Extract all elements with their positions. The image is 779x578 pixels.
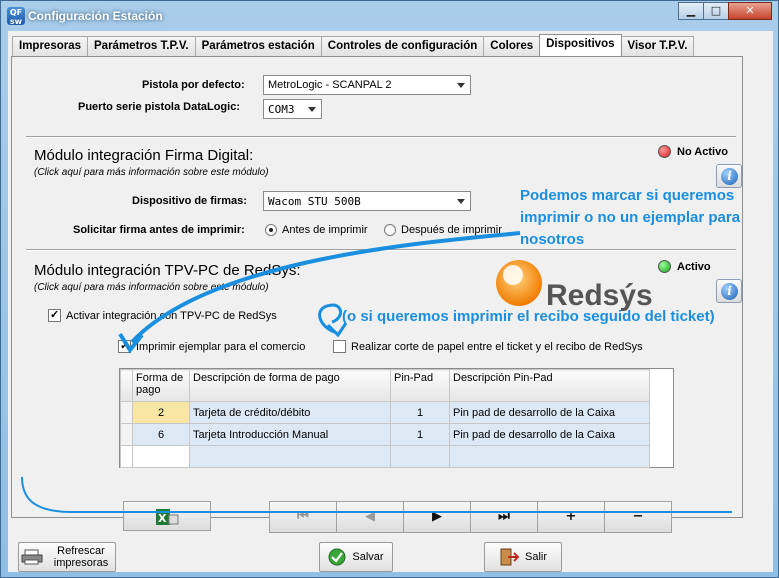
tab-colores[interactable]: Colores — [483, 36, 541, 56]
salir-button[interactable]: Salir — [484, 542, 562, 572]
refrescar-label: Refrescar impresoras — [53, 545, 109, 569]
tab-controles-configuracion[interactable]: Controles de configuración — [320, 36, 485, 56]
tab-parametros-tpv[interactable]: Parámetros T.P.V. — [87, 36, 196, 56]
salir-label: Salir — [524, 551, 547, 563]
tab-parametros-estacion[interactable]: Parámetros estación — [194, 36, 322, 56]
title-bar: QF sw Configuración Estación ▁ □ ✕ — [1, 1, 778, 31]
annotation-arrows — [21, 231, 732, 513]
checkmark-icon — [328, 548, 346, 566]
printer-icon — [21, 549, 43, 565]
tab-strip: Impresoras Parámetros T.P.V. Parámetros … — [12, 34, 695, 56]
tab-visor-tpv[interactable]: Visor T.P.V. — [620, 36, 695, 56]
dispositivos-panel: Pistola por defecto: MetroLogic - SCANPA… — [11, 56, 743, 533]
window-title: Configuración Estación — [28, 9, 163, 23]
minimize-icon[interactable]: ▁ — [678, 2, 704, 20]
salvar-label: Salvar — [352, 551, 384, 563]
client-area: Impresoras Parámetros T.P.V. Parámetros … — [8, 31, 773, 572]
refrescar-button[interactable]: Refrescar impresoras — [18, 542, 116, 572]
annotation-note2: (o si queremos imprimir el recibo seguid… — [342, 308, 715, 325]
exit-door-icon — [500, 548, 519, 566]
app-icon: QF sw — [7, 7, 25, 26]
annotation-note1: Podemos marcar si queremos imprimir o no… — [520, 187, 741, 248]
tab-dispositivos[interactable]: Dispositivos — [539, 34, 622, 56]
close-icon[interactable]: ✕ — [728, 2, 772, 20]
maximize-icon[interactable]: □ — [703, 2, 729, 20]
tab-impresoras[interactable]: Impresoras — [12, 36, 89, 56]
configuracion-window: QF sw Configuración Estación ▁ □ ✕ Impres… — [0, 0, 779, 578]
salvar-button[interactable]: Salvar — [319, 542, 393, 572]
window-controls: ▁ □ ✕ — [678, 2, 772, 22]
